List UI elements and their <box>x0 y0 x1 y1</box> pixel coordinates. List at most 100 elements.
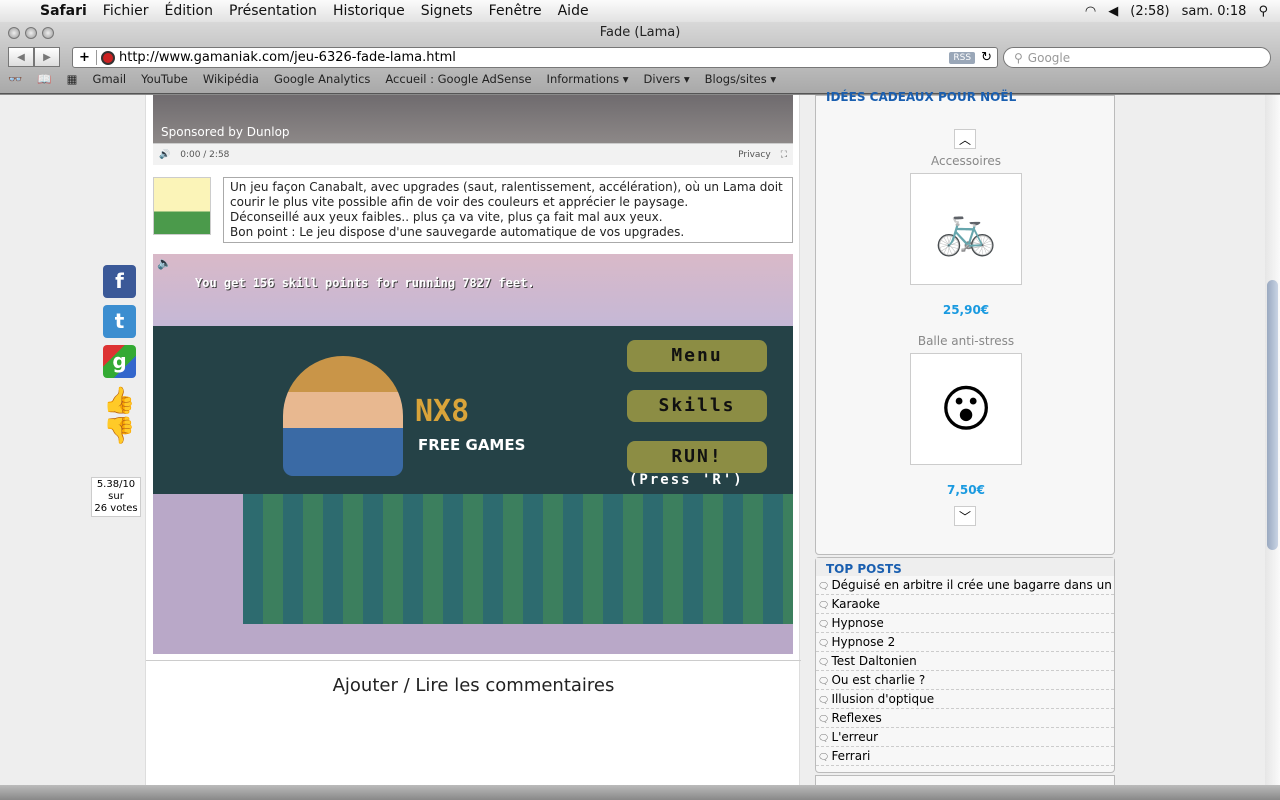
product-image[interactable]: 😮 <box>910 353 1022 465</box>
menu-aide[interactable]: Aide <box>558 3 589 19</box>
scrollbar-thumb[interactable] <box>1267 280 1278 550</box>
video-controls: 🔊 0:00 / 2:58 Privacy ⛶ <box>153 143 793 165</box>
top-post-link[interactable]: Reflexes <box>816 709 1114 728</box>
comments-link[interactable]: Ajouter / Lire les commentaires <box>146 660 801 696</box>
description-line: Bon point : Le jeu dispose d'une sauvega… <box>230 225 685 239</box>
battery-status[interactable]: (2:58) <box>1130 4 1169 19</box>
product-name: Accessoires <box>930 154 1002 168</box>
status-bar <box>0 785 1280 800</box>
bookmark-adsense[interactable]: Accueil : Google AdSense <box>385 72 531 86</box>
product-image[interactable]: 🚲 <box>910 173 1022 285</box>
scroll-down-button[interactable]: ﹀ <box>954 506 976 526</box>
game-terrain <box>243 494 793 624</box>
menu-app[interactable]: Safari <box>40 3 87 19</box>
bookmark-wikipedia[interactable]: Wikipédia <box>203 72 259 86</box>
product-price: 7,50€ <box>947 483 985 497</box>
rating-sur: sur <box>108 491 124 502</box>
description-line: Un jeu façon Canabalt, avec upgrades (sa… <box>230 180 783 209</box>
top-posts-title: TOP POSTS <box>816 558 1114 576</box>
mascot-image <box>283 356 403 476</box>
privacy-link[interactable]: Privacy <box>738 150 771 160</box>
top-post-link[interactable]: Illusion d'optique <box>816 690 1114 709</box>
video-player[interactable]: Sponsored by Dunlop 🔊 0:00 / 2:58 Privac… <box>153 95 793 165</box>
clock[interactable]: sam. 0:18 <box>1182 4 1247 19</box>
scroll-up-button[interactable]: ︿ <box>954 129 976 149</box>
thumbs-up-icon[interactable]: 👍 <box>103 386 136 416</box>
press-r-hint: (Press 'R') <box>629 472 744 488</box>
rating-votes: 26 votes <box>94 503 138 514</box>
menu-button[interactable]: Menu <box>627 340 767 372</box>
main-content: Sponsored by Dunlop 🔊 0:00 / 2:58 Privac… <box>145 95 801 785</box>
volume-icon[interactable]: 🔊 <box>159 150 170 160</box>
volume-icon[interactable]: ◀ <box>1108 4 1118 19</box>
twitter-button[interactable]: t <box>103 305 136 338</box>
free-games-label: FREE GAMES <box>418 436 526 454</box>
menu-presentation[interactable]: Présentation <box>229 3 317 19</box>
bookmark-gmail[interactable]: Gmail <box>93 72 127 86</box>
search-placeholder: Google <box>1027 50 1071 65</box>
bookmark-youtube[interactable]: YouTube <box>141 72 188 86</box>
menu-bar: Safari Fichier Édition Présentation Hist… <box>0 0 1280 22</box>
top-sites-icon[interactable]: ▦ <box>67 72 78 86</box>
nx8-logo: NX8 <box>415 394 470 429</box>
description-line: Déconseillé aux yeux faibles.. plus ça v… <box>230 210 663 224</box>
bookmark-divers[interactable]: Divers ▾ <box>644 72 690 86</box>
window-title: Fade (Lama) <box>599 25 681 40</box>
sound-icon[interactable]: 🔈 <box>157 256 172 270</box>
search-icon: ⚲ <box>1014 50 1023 65</box>
forward-button[interactable]: ▶ <box>34 47 60 67</box>
game-description: Un jeu façon Canabalt, avec upgrades (sa… <box>153 177 793 243</box>
address-bar[interactable]: + http://www.gamaniak.com/jeu-6326-fade-… <box>72 47 998 68</box>
gift-ideas-box: IDÉES CADEAUX POUR NOËL ︿ Accessoires 🚲 … <box>815 90 1116 555</box>
back-button[interactable]: ◀ <box>8 47 34 67</box>
video-time: 0:00 / 2:58 <box>180 149 230 160</box>
web-page: Sponsored by Dunlop 🔊 0:00 / 2:58 Privac… <box>0 90 1280 795</box>
bookmark-blogs[interactable]: Blogs/sites ▾ <box>705 72 776 86</box>
thumbs-down-icon[interactable]: 👎 <box>103 416 136 446</box>
facebook-button[interactable]: f <box>103 265 136 298</box>
google-button[interactable]: g <box>103 345 136 378</box>
top-post-link[interactable]: L'erreur <box>816 728 1114 747</box>
reading-list-icon[interactable]: 👓 <box>8 72 22 86</box>
gift-ideas-title: IDÉES CADEAUX POUR NOËL <box>826 90 1017 104</box>
menu-signets[interactable]: Signets <box>421 3 473 19</box>
reload-icon[interactable]: ↻ <box>981 50 992 65</box>
menu-edition[interactable]: Édition <box>165 3 213 19</box>
browser-chrome: Fade (Lama) ◀ ▶ + http://www.gamaniak.com… <box>0 22 1280 94</box>
rating-score: 5.38/10 <box>96 479 136 490</box>
bookmarks-bar: 👓 📖 ▦ Gmail YouTube Wikipédia Google Ana… <box>8 72 776 86</box>
product-item[interactable]: Balle anti-stress 😮 7,50€ <box>816 334 1116 497</box>
url-text[interactable]: http://www.gamaniak.com/jeu-6326-fade-la… <box>119 50 456 65</box>
search-input[interactable]: ⚲ Google <box>1003 47 1271 68</box>
rss-button[interactable]: RSS <box>949 51 976 64</box>
game-canvas[interactable]: 🔈 You get 156 skill points for running 7… <box>153 254 793 654</box>
menu-fenetre[interactable]: Fenêtre <box>489 3 542 19</box>
product-item[interactable]: Accessoires 🚲 25,90€ <box>816 154 1116 317</box>
game-menu-panel: NX8 FREE GAMES Menu Skills RUN! (Press '… <box>153 326 793 494</box>
top-post-link[interactable]: Hypnose <box>816 614 1114 633</box>
bookmark-analytics[interactable]: Google Analytics <box>274 72 370 86</box>
top-post-link[interactable]: Hypnose 2 <box>816 633 1114 652</box>
top-posts-box: TOP POSTS Déguisé en arbitre il crée une… <box>815 557 1115 773</box>
run-button[interactable]: RUN! <box>627 441 767 473</box>
bookmarks-icon[interactable]: 📖 <box>37 72 51 86</box>
top-post-link[interactable]: Karaoke <box>816 595 1114 614</box>
vertical-scrollbar[interactable] <box>1265 95 1280 785</box>
top-post-link[interactable]: Test Daltonien <box>816 652 1114 671</box>
top-post-link[interactable]: Ou est charlie ? <box>816 671 1114 690</box>
fullscreen-icon[interactable]: ⛶ <box>781 150 787 160</box>
game-sky <box>153 254 793 326</box>
wifi-icon[interactable]: ◠ <box>1085 4 1096 19</box>
skills-button[interactable]: Skills <box>627 390 767 422</box>
favicon <box>101 50 115 65</box>
video-sponsor: Sponsored by Dunlop <box>161 125 290 139</box>
add-bookmark-button[interactable]: + <box>73 50 97 65</box>
top-post-link[interactable]: Ferrari <box>816 747 1114 766</box>
product-name: Balle anti-stress <box>917 334 1015 348</box>
spotlight-icon[interactable]: ⚲ <box>1258 4 1268 19</box>
bookmark-informations[interactable]: Informations ▾ <box>547 72 629 86</box>
game-thumbnail <box>153 177 211 235</box>
menu-fichier[interactable]: Fichier <box>103 3 149 19</box>
top-post-link[interactable]: Déguisé en arbitre il crée une bagarre d… <box>816 576 1114 595</box>
menu-historique[interactable]: Historique <box>333 3 405 19</box>
